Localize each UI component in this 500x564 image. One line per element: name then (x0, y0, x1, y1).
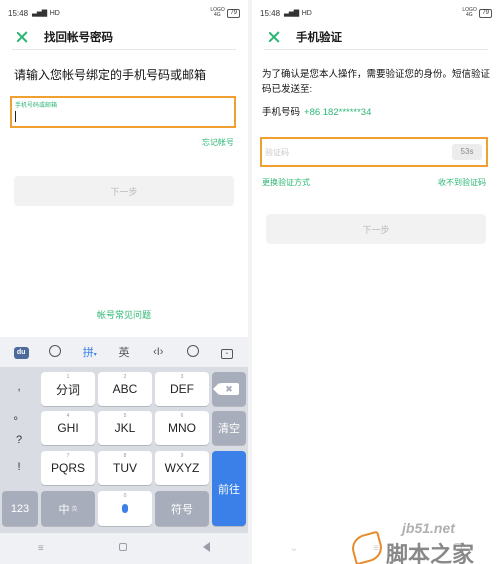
next-button[interactable]: 下一步 (266, 214, 486, 244)
battery-icon: 79 (479, 8, 492, 18)
system-nav-bar: ≡ (0, 533, 248, 564)
watermark-url: jb51.net (402, 520, 455, 536)
pinyin-mode-button[interactable]: 拼▾ (76, 344, 104, 360)
text-cursor (15, 111, 16, 122)
battery-icon: 79 (227, 8, 240, 18)
no-code-link[interactable]: 收不到验证码 (438, 177, 486, 188)
next-button[interactable]: 下一步 (14, 176, 234, 206)
forgot-account-link[interactable]: 忘记帐号 (202, 137, 234, 148)
keyboard-logo-button[interactable]: du (7, 345, 35, 359)
status-time: 15:48 (260, 8, 281, 18)
nav-down-icon[interactable]: ⌄ (290, 543, 298, 554)
account-input-label: 手机号码或邮箱 (15, 103, 58, 109)
phone-verification-screen: 15:48 ▃▅▇ HD LOGO 4G 79 手机验证 为了确认是您本人操作，… (252, 0, 500, 564)
home-button[interactable] (119, 543, 128, 554)
home-icon (119, 543, 128, 551)
close-icon[interactable] (268, 31, 280, 43)
lte-badge: LOGO 4G (462, 7, 477, 18)
menu-icon[interactable]: ≡ (38, 543, 44, 554)
status-bar: 15:48 ▃▅▇ HD LOGO 4G 79 (8, 6, 240, 20)
t9-keyboard: , 。 ? ! 1 分词 2 ABC 3 DEF ✖ 4 GHI 5 JKL 6 MNO 清… (0, 367, 248, 533)
instruction-text: 请输入您帐号绑定的手机号码或邮箱 (14, 68, 207, 82)
emoji-icon (49, 344, 62, 357)
resend-timer: 53s (452, 144, 482, 160)
recover-password-screen: 15:48 ▃▅▇ HD LOGO 4G 79 找回帐号密码 请输入您帐号绑定的… (0, 0, 248, 564)
numeric-mode-key[interactable]: 123 (2, 491, 38, 526)
back-button[interactable] (203, 542, 211, 555)
keyboard-hide-button[interactable]: ⌄ (213, 345, 241, 359)
account-faq-link[interactable]: 帐号常见问题 (0, 308, 248, 321)
keyboard-hide-icon: ⌄ (220, 349, 233, 359)
punct-key-period[interactable]: 。 (0, 407, 38, 423)
search-icon (186, 344, 199, 357)
punct-key-comma[interactable]: , (0, 381, 38, 393)
key-9[interactable]: 9 WXYZ (155, 451, 209, 485)
key-6[interactable]: 6 MNO (155, 411, 209, 445)
backspace-icon: ✖ (213, 383, 239, 395)
mic-icon (122, 504, 128, 513)
page-title: 找回帐号密码 (44, 31, 113, 44)
network-type: HD (49, 9, 60, 17)
app-bar: 手机验证 (264, 24, 488, 50)
phone-number-row: 手机号码 +86 182******34 (262, 104, 371, 118)
network-type: HD (301, 9, 312, 17)
language-switch-key[interactable]: 中英 (41, 491, 95, 526)
baidu-logo-icon: du (13, 347, 29, 359)
verification-code-placeholder: 验证码 (265, 148, 289, 157)
key-5[interactable]: 5 JKL (98, 411, 152, 445)
masked-phone-number: +86 182******34 (304, 107, 372, 118)
backspace-key[interactable]: ✖ (212, 372, 246, 406)
status-bar: 15:48 ▃▅▇ HD LOGO 4G 79 (260, 6, 492, 20)
status-time: 15:48 (8, 8, 29, 18)
watermark: jb51.net 脚本之家 (348, 520, 498, 564)
lte-badge: LOGO 4G (210, 7, 225, 18)
back-icon (203, 542, 211, 552)
search-button[interactable] (179, 344, 207, 360)
emoji-button[interactable] (41, 344, 69, 360)
app-bar: 找回帐号密码 (12, 24, 236, 50)
close-icon[interactable] (16, 31, 28, 43)
watermark-name: 脚本之家 (386, 542, 475, 564)
verification-code-input[interactable]: 验证码 53s (260, 137, 488, 167)
signal-icon: ▃▅▇ (32, 10, 47, 17)
english-mode-button[interactable]: 英 (110, 344, 138, 360)
signal-icon: ▃▅▇ (284, 10, 299, 17)
clear-key[interactable]: 清空 (212, 411, 246, 445)
phone-label: 手机号码 (262, 107, 301, 118)
verification-description: 为了确认是您本人操作，需要验证您的身份。短信验证码已发送至: (262, 69, 491, 95)
key-4[interactable]: 4 GHI (41, 411, 95, 445)
symbol-key[interactable]: 符号 (155, 491, 209, 526)
keyboard-toolbar: du 拼▾ 英 ‹I› ⌄ (0, 337, 248, 367)
punct-key-exclaim[interactable]: ! (0, 461, 38, 473)
key-7[interactable]: 7 PQRS (41, 451, 95, 485)
go-key[interactable]: 前往 (212, 451, 246, 526)
space-key[interactable]: 0 (98, 491, 152, 526)
key-2[interactable]: 2 ABC (98, 372, 152, 406)
page-title: 手机验证 (296, 31, 342, 44)
key-8[interactable]: 8 TUV (98, 451, 152, 485)
punct-key-question[interactable]: ? (0, 434, 38, 446)
watermark-logo-icon (348, 530, 386, 564)
account-input[interactable]: 手机号码或邮箱 (10, 96, 236, 128)
cursor-icon[interactable]: ‹I› (144, 346, 172, 358)
key-1[interactable]: 1 分词 (41, 372, 95, 406)
switch-method-link[interactable]: 更换验证方式 (262, 177, 310, 188)
key-3[interactable]: 3 DEF (155, 372, 209, 406)
